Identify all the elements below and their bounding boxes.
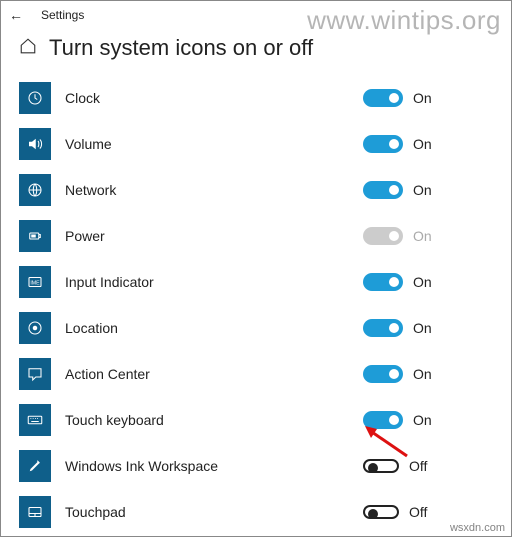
toggle-windows-ink[interactable]: Off xyxy=(363,458,493,474)
label-action-center: Action Center xyxy=(65,366,363,382)
toggle-switch xyxy=(363,273,403,291)
page-title: Turn system icons on or off xyxy=(49,35,313,61)
toggle-location[interactable]: On xyxy=(363,319,493,337)
toggle-input-indicator[interactable]: On xyxy=(363,273,493,291)
system-icons-list: Clock On Volume On Network On Power On IME Input … xyxy=(1,75,511,535)
toggle-state-text: On xyxy=(413,320,432,336)
toggle-clock[interactable]: On xyxy=(363,89,493,107)
row-input-indicator: IME Input Indicator On xyxy=(19,259,493,305)
row-touch-keyboard: Touch keyboard On xyxy=(19,397,493,443)
pen-icon xyxy=(19,450,51,482)
row-power: Power On xyxy=(19,213,493,259)
keyboard-icon xyxy=(19,404,51,436)
toggle-state-text: On xyxy=(413,228,432,244)
location-icon xyxy=(19,312,51,344)
label-input-indicator: Input Indicator xyxy=(65,274,363,290)
touchpad-icon xyxy=(19,496,51,528)
row-network: Network On xyxy=(19,167,493,213)
power-icon xyxy=(19,220,51,252)
window-title: Settings xyxy=(41,8,84,22)
toggle-state-text: On xyxy=(413,274,432,290)
label-touchpad: Touchpad xyxy=(65,504,363,520)
row-location: Location On xyxy=(19,305,493,351)
toggle-state-text: On xyxy=(413,90,432,106)
toggle-switch xyxy=(363,365,403,383)
toggle-switch xyxy=(363,505,399,519)
row-volume: Volume On xyxy=(19,121,493,167)
label-touch-keyboard: Touch keyboard xyxy=(65,412,363,428)
toggle-volume[interactable]: On xyxy=(363,135,493,153)
label-clock: Clock xyxy=(65,90,363,106)
volume-icon xyxy=(19,128,51,160)
toggle-power: On xyxy=(363,227,493,245)
titlebar: ← Settings xyxy=(1,1,511,29)
toggle-switch xyxy=(363,181,403,199)
toggle-network[interactable]: On xyxy=(363,181,493,199)
svg-text:IME: IME xyxy=(30,280,40,286)
toggle-state-text: On xyxy=(413,366,432,382)
clock-icon xyxy=(19,82,51,114)
page-header: Turn system icons on or off xyxy=(1,29,511,75)
toggle-state-text: Off xyxy=(409,504,427,520)
toggle-state-text: On xyxy=(413,182,432,198)
toggle-state-text: On xyxy=(413,136,432,152)
label-network: Network xyxy=(65,182,363,198)
toggle-state-text: On xyxy=(413,412,432,428)
home-icon[interactable] xyxy=(19,37,37,60)
toggle-action-center[interactable]: On xyxy=(363,365,493,383)
row-windows-ink: Windows Ink Workspace Off xyxy=(19,443,493,489)
label-power: Power xyxy=(65,228,363,244)
toggle-state-text: Off xyxy=(409,458,427,474)
toggle-switch xyxy=(363,459,399,473)
toggle-switch xyxy=(363,135,403,153)
ime-icon: IME xyxy=(19,266,51,298)
back-button[interactable]: ← xyxy=(9,7,23,23)
label-windows-ink: Windows Ink Workspace xyxy=(65,458,363,474)
label-location: Location xyxy=(65,320,363,336)
row-touchpad: Touchpad Off xyxy=(19,489,493,535)
toggle-switch xyxy=(363,411,403,429)
row-action-center: Action Center On xyxy=(19,351,493,397)
globe-icon xyxy=(19,174,51,206)
label-volume: Volume xyxy=(65,136,363,152)
toggle-switch xyxy=(363,227,403,245)
action-center-icon xyxy=(19,358,51,390)
toggle-touch-keyboard[interactable]: On xyxy=(363,411,493,429)
row-clock: Clock On xyxy=(19,75,493,121)
toggle-switch xyxy=(363,89,403,107)
toggle-touchpad[interactable]: Off xyxy=(363,504,493,520)
toggle-switch xyxy=(363,319,403,337)
